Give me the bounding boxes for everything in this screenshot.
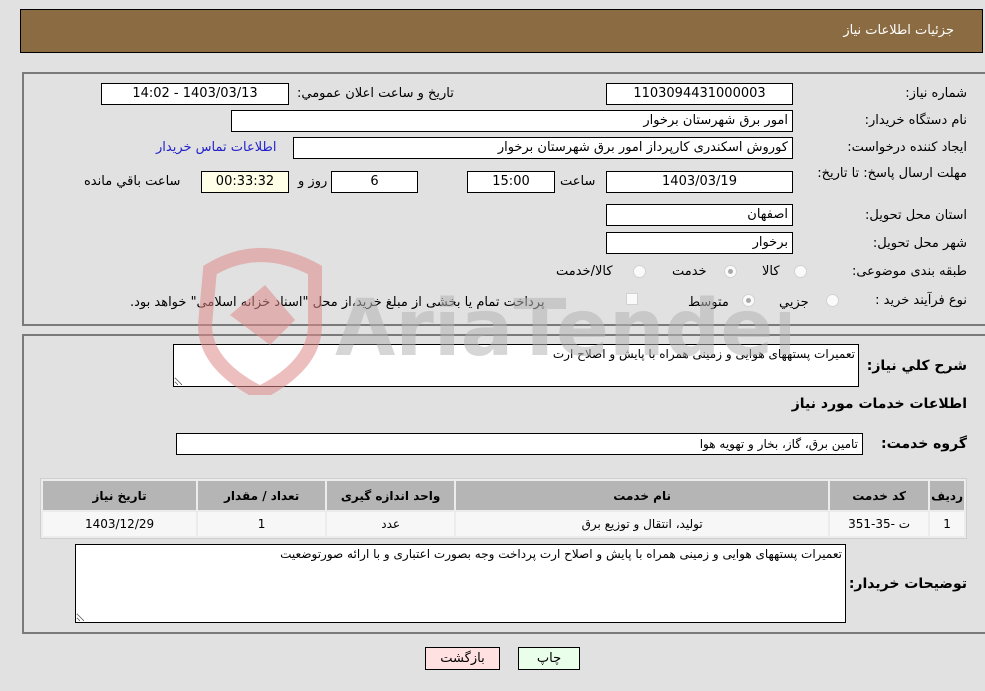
province-label: استان محل تحویل: <box>865 208 967 223</box>
buyer-org-field: امور برق شهرستان برخوار <box>231 110 793 132</box>
col-header-unit: واحد اندازه گیری <box>327 481 455 510</box>
announce-label: تاریخ و ساعت اعلان عمومي: <box>297 86 454 101</box>
remaining-time-label: ساعت باقي مانده <box>84 174 181 189</box>
province-field: اصفهان <box>606 204 793 226</box>
cell-service-code: ت -35-351 <box>830 512 929 536</box>
page-header: جزئیات اطلاعات نیاز <box>20 9 983 53</box>
services-table: رديف کد خدمت نام خدمت واحد اندازه گیری ت… <box>40 478 967 539</box>
col-header-row-number: رديف <box>930 481 964 510</box>
need-number-label: شماره نیاز: <box>905 86 967 101</box>
cell-need-date: 1403/12/29 <box>43 512 197 536</box>
announce-datetime-field: 1403/03/13 - 14:02 <box>101 83 289 105</box>
category-radio-goods[interactable] <box>794 265 807 278</box>
process-radio-minor[interactable] <box>826 294 839 307</box>
col-header-service-code: کد خدمت <box>830 481 929 510</box>
category-radio-service[interactable] <box>724 265 737 278</box>
deadline-time-label: ساعت <box>560 174 596 189</box>
city-label: شهر محل تحویل: <box>872 236 967 251</box>
table-row: 1 ت -35-351 تولید، انتقال و توزیع برق عد… <box>43 512 964 536</box>
buyer-notes-textarea[interactable]: تعمیرات پستههای هوایی و زمینی همراه با پ… <box>75 544 846 623</box>
need-number-field: 1103094431000003 <box>606 83 793 105</box>
treasury-checkbox[interactable] <box>626 293 638 305</box>
service-group-field: تامین برق، گاز، بخار و تهویه هوا <box>176 433 863 455</box>
cell-quantity: 1 <box>198 512 326 536</box>
city-field: برخوار <box>606 232 793 254</box>
col-header-quantity: تعداد / مقدار <box>198 481 326 510</box>
cell-service-name: تولید، انتقال و توزیع برق <box>456 512 829 536</box>
category-radio-goods-service[interactable] <box>633 265 646 278</box>
service-group-label: گروه خدمت: <box>881 436 967 452</box>
category-option-goods-service: کالا/خدمت <box>556 264 613 279</box>
category-option-goods: کالا <box>762 264 780 279</box>
deadline-label: مهلت ارسال پاسخ: تا تاریخ: <box>817 166 967 181</box>
process-label: نوع فرآیند خرید : <box>875 293 967 308</box>
col-header-service-name: نام خدمت <box>456 481 829 510</box>
creator-field: کوروش اسکندری کارپرداز امور برق شهرستان … <box>293 137 793 159</box>
services-heading: اطلاعات خدمات مورد نیاز <box>791 396 967 412</box>
process-option-medium: متوسط <box>688 295 729 310</box>
buyer-notes-label: توضیحات خریدار: <box>848 576 967 592</box>
process-radio-medium[interactable] <box>742 294 755 307</box>
buyer-org-label: نام دستگاه خریدار: <box>864 113 967 128</box>
category-option-service: خدمت <box>672 264 707 279</box>
summary-textarea[interactable]: تعمیرات پستههای هوایی و زمینی همراه با پ… <box>173 344 859 387</box>
page-title: جزئیات اطلاعات نیاز <box>843 23 954 38</box>
cell-unit: عدد <box>327 512 455 536</box>
col-header-need-date: تاریخ نیاز <box>43 481 197 510</box>
days-field: 6 <box>331 171 418 193</box>
cell-row-number: 1 <box>930 512 964 536</box>
deadline-date-field: 1403/03/19 <box>606 171 793 193</box>
remaining-time-field: 00:33:32 <box>201 171 289 193</box>
process-option-minor: جزيي <box>779 295 809 310</box>
deadline-time-field: 15:00 <box>467 171 555 193</box>
buyer-contact-link[interactable]: اطلاعات تماس خریدار <box>156 140 276 155</box>
summary-label: شرح کلي نياز: <box>866 358 967 374</box>
category-label: طبقه بندی موضوعی: <box>851 264 967 279</box>
table-header-row: رديف کد خدمت نام خدمت واحد اندازه گیری ت… <box>43 481 964 510</box>
days-label: روز و <box>298 174 328 189</box>
treasury-note: پرداخت تمام یا بخشی از مبلغ خرید،از محل … <box>130 295 545 310</box>
creator-label: ایجاد کننده درخواست: <box>847 140 967 155</box>
print-button[interactable]: چاپ <box>518 647 580 670</box>
back-button[interactable]: بازگشت <box>425 647 500 670</box>
